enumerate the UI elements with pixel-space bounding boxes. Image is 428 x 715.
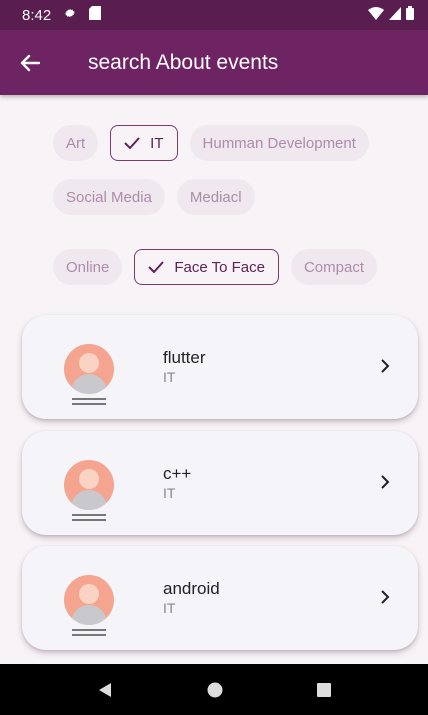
event-category: IT <box>163 369 176 385</box>
app-bar: search About events <box>0 30 428 95</box>
event-category: IT <box>163 600 176 616</box>
divider <box>72 629 106 631</box>
back-nav-button[interactable] <box>97 682 113 698</box>
event-title: flutter <box>163 348 206 367</box>
recents-nav-button[interactable] <box>317 682 331 697</box>
chip-mediacl[interactable]: Mediacl <box>176 179 255 215</box>
chip-label: IT <box>150 134 164 152</box>
event-category: IT <box>163 485 176 501</box>
event-card[interactable]: c++ IT <box>22 431 418 535</box>
mode-chip-row: Online Face To Face Compact <box>53 249 377 285</box>
home-nav-button[interactable] <box>207 682 223 698</box>
avatar <box>64 460 114 510</box>
divider <box>72 514 106 516</box>
event-title: c++ <box>163 464 192 483</box>
chip-face-to-face[interactable]: Face To Face <box>134 249 279 285</box>
arrow-left-icon <box>20 54 40 71</box>
chip-label: Compact <box>303 258 364 276</box>
divider <box>72 519 106 521</box>
wifi-icon <box>368 6 384 24</box>
avatar <box>64 575 114 625</box>
event-card[interactable]: flutter IT <box>22 315 418 419</box>
divider <box>72 398 106 400</box>
chevron-right-icon <box>381 475 390 489</box>
chip-label: Mediacl <box>189 188 242 206</box>
avatar <box>64 344 114 394</box>
chevron-right-icon <box>381 590 390 604</box>
chip-label: Social Media <box>66 188 152 206</box>
category-chip-row-2: Social Media Mediacl <box>53 179 255 215</box>
chip-online[interactable]: Online <box>53 249 123 285</box>
chip-humman-development[interactable]: Humman Development <box>189 125 369 161</box>
battery-icon <box>406 6 414 24</box>
chip-label: Online <box>66 258 110 276</box>
category-chip-row: Art IT Humman Development <box>53 125 369 161</box>
checkmark-icon <box>124 137 140 149</box>
sd-card-icon <box>89 6 102 24</box>
system-nav-bar <box>0 664 428 715</box>
chip-compact[interactable]: Compact <box>290 249 377 285</box>
status-bar: 8:42 <box>0 0 428 30</box>
chip-label: Humman Development <box>202 134 356 152</box>
checkmark-icon <box>148 261 165 273</box>
settings-icon <box>63 6 77 24</box>
chevron-right-icon <box>381 359 390 373</box>
chip-art[interactable]: Art <box>53 125 99 161</box>
event-title: android <box>163 579 220 598</box>
event-card[interactable]: android IT <box>22 546 418 650</box>
status-time: 8:42 <box>22 6 52 24</box>
page-title: search About events <box>88 50 279 74</box>
divider <box>72 634 106 636</box>
chip-it[interactable]: IT <box>110 125 178 161</box>
chip-label: Art <box>66 134 86 152</box>
signal-icon <box>389 6 401 24</box>
divider <box>72 403 106 405</box>
back-button[interactable] <box>0 30 60 95</box>
chip-label: Face To Face <box>174 258 265 276</box>
chip-social-media[interactable]: Social Media <box>53 179 165 215</box>
